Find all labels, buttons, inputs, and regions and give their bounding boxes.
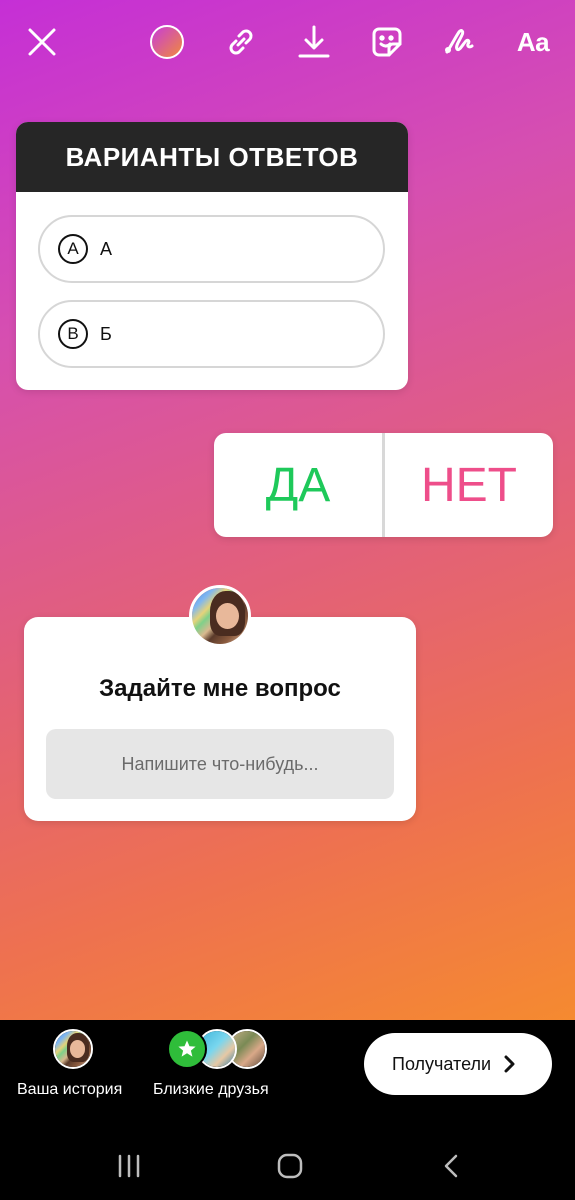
text-tool-label: Aa <box>516 26 550 57</box>
sticker-icon[interactable] <box>365 20 409 64</box>
story-toolbar: Aa <box>0 0 575 84</box>
poll-option-yes[interactable]: ДА <box>214 433 382 537</box>
star-icon <box>167 1029 207 1069</box>
home-icon[interactable] <box>273 1152 307 1180</box>
text-tool-button[interactable]: Aa <box>508 20 558 64</box>
question-input[interactable]: Напишите что-нибудь... <box>46 729 394 799</box>
question-title: Задайте мне вопрос <box>99 675 341 702</box>
your-story-avatar <box>53 1029 93 1069</box>
recipients-label: Получатели <box>392 1053 492 1074</box>
story-canvas: Aa ВАРИАНТЫ ОТВЕТОВ A А B Б ДА НЕТ Задай… <box>0 0 575 1020</box>
recent-apps-icon[interactable] <box>112 1152 146 1180</box>
option-text: А <box>100 238 113 259</box>
recipients-button[interactable]: Получатели <box>364 1033 552 1095</box>
link-icon[interactable] <box>219 20 263 64</box>
question-sticker[interactable]: Задайте мне вопрос Напишите что-нибудь..… <box>24 617 416 821</box>
draw-icon[interactable] <box>438 20 482 64</box>
quiz-option-b[interactable]: B Б <box>38 300 385 368</box>
close-friends-button[interactable]: Близкие друзья <box>145 1020 295 1110</box>
option-letter-badge: B <box>58 319 88 349</box>
close-friends-label: Близкие друзья <box>153 1081 269 1098</box>
your-story-button[interactable]: Ваша история <box>0 1020 145 1110</box>
back-icon[interactable] <box>436 1152 466 1180</box>
close-icon[interactable] <box>20 20 64 64</box>
chevron-right-icon <box>504 1055 515 1073</box>
option-letter-badge: A <box>58 234 88 264</box>
option-text: Б <box>100 323 112 344</box>
quiz-option-a[interactable]: A А <box>38 215 385 283</box>
quiz-title: ВАРИАНТЫ ОТВЕТОВ <box>16 122 408 192</box>
question-avatar <box>189 585 251 647</box>
poll-sticker[interactable]: ДА НЕТ <box>214 433 553 537</box>
system-nav-bar <box>0 1130 575 1200</box>
color-swatch <box>150 25 184 59</box>
poll-option-no[interactable]: НЕТ <box>385 433 553 537</box>
quiz-sticker[interactable]: ВАРИАНТЫ ОТВЕТОВ A А B Б <box>16 122 408 390</box>
share-bar: Ваша история Близкие друзья Получатели <box>0 1020 575 1130</box>
color-picker-icon[interactable] <box>145 20 189 64</box>
download-icon[interactable] <box>292 20 336 64</box>
your-story-label: Ваша история <box>17 1081 123 1098</box>
